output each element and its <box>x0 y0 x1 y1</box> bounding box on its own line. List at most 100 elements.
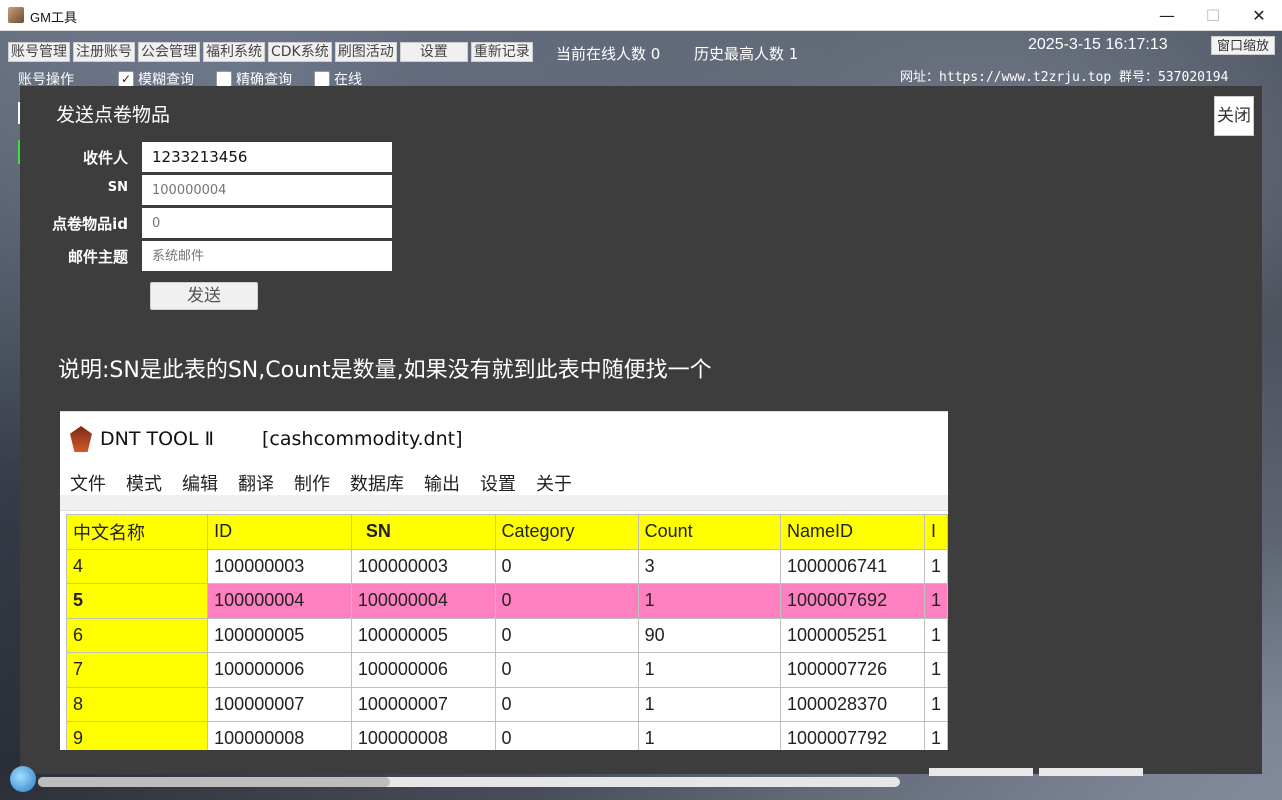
menu-reset-record[interactable]: 重新记录 <box>470 42 533 62</box>
maximize-icon[interactable]: ☐ <box>1190 0 1236 31</box>
dnt-filename: [cashcommodity.dnt] <box>262 428 463 450</box>
column-header: Count <box>637 514 781 550</box>
column-header: ID <box>207 514 352 550</box>
scrollbar-thumb[interactable] <box>38 777 390 787</box>
minimize-icon[interactable]: — <box>1144 0 1190 31</box>
table-cell: 100000006 <box>207 652 352 688</box>
dnt-menu-item: 数据库 <box>350 474 404 495</box>
table-cell: 0 <box>494 721 639 750</box>
table-cell: 9 <box>65 721 209 750</box>
horizontal-scrollbar[interactable] <box>38 777 900 787</box>
table-cell: 0 <box>494 548 639 584</box>
dnt-title: DNT TOOL Ⅱ <box>100 428 214 450</box>
dnt-menu-item: 设置 <box>480 474 516 495</box>
menu-welfare-system[interactable]: 福利系统 <box>203 42 265 62</box>
close-window-icon[interactable]: ✕ <box>1236 0 1282 31</box>
menu-account-management[interactable]: 账号管理 <box>8 42 70 62</box>
table-cell: 100000003 <box>207 548 352 584</box>
table-cell: 1 <box>923 652 948 688</box>
table-cell: 0 <box>494 583 639 619</box>
table-cell: 100000005 <box>207 617 352 653</box>
table-cell: 1 <box>637 652 781 688</box>
table-cell: 100000005 <box>350 617 496 653</box>
menu-register-account[interactable]: 注册账号 <box>73 42 135 62</box>
table-cell: 7 <box>65 652 209 688</box>
table-cell: 1 <box>637 721 781 750</box>
dnt-menu-item: 文件 <box>70 474 106 495</box>
dnt-menu-item: 翻译 <box>238 474 274 495</box>
menu-settings[interactable]: 设置 <box>399 42 468 62</box>
send-cash-item-dialog: 发送点卷物品 关闭 收件人 SN 点卷物品id 邮件主题 发送 说明:SN是此表… <box>20 86 1262 774</box>
dnt-menu-item: 输出 <box>424 474 460 495</box>
table-cell: 1 <box>637 686 781 722</box>
table-cell: 1 <box>923 686 948 722</box>
table-cell: 1000007792 <box>779 721 925 750</box>
table-cell: 0 <box>494 617 639 653</box>
table-cell: 6 <box>65 617 209 653</box>
table-row: 8 100000007 100000007 0 1 1000028370 1 <box>65 686 948 722</box>
recipient-input[interactable] <box>142 142 392 172</box>
table-cell: 1 <box>637 583 781 619</box>
table-cell: 100000004 <box>207 583 352 619</box>
dnt-tool-screenshot: DNT TOOL Ⅱ [cashcommodity.dnt] 文件 模式 编辑 … <box>60 411 948 750</box>
checkbox-empty-icon <box>314 71 330 87</box>
app-icon <box>8 7 24 23</box>
table-cell: 3 <box>637 548 781 584</box>
instruction-note: 说明:SN是此表的SN,Count是数量,如果没有就到此表中随便找一个 <box>58 358 712 383</box>
sn-label: SN <box>107 180 128 195</box>
table-cell: 100000006 <box>350 652 496 688</box>
dialog-title: 发送点卷物品 <box>56 104 171 126</box>
table-cell: 100000004 <box>350 583 496 619</box>
mail-subject-input[interactable] <box>142 241 392 271</box>
menu-dungeon-event[interactable]: 刷图活动 <box>334 42 397 62</box>
close-dialog-button[interactable]: 关闭 <box>1214 96 1254 136</box>
window-titlebar: GM工具 — ☐ ✕ <box>0 0 1282 31</box>
table-cell: 100000008 <box>350 721 496 750</box>
table-header-row: 中文名称 ID SN Category Count NameID I <box>65 514 948 550</box>
column-header: SN <box>350 514 496 550</box>
column-header: I <box>923 514 948 550</box>
clock: 2025-3-15 16:17:13 <box>1028 36 1168 53</box>
column-header: Category <box>494 514 639 550</box>
dnt-menu-item: 编辑 <box>182 474 218 495</box>
dnt-data-table: 中文名称 ID SN Category Count NameID I 4 1000… <box>65 514 948 750</box>
item-id-label: 点卷物品id <box>52 215 128 233</box>
menu-cdk-system[interactable]: CDK系统 <box>268 42 332 62</box>
table-cell: 8 <box>65 686 209 722</box>
table-cell: 1 <box>923 548 948 584</box>
table-row: 5 100000004 100000004 0 1 1000007692 1 <box>65 583 948 619</box>
window-zoom-button[interactable]: 窗口缩放 <box>1211 36 1275 55</box>
table-cell: 1 <box>923 583 948 619</box>
table-cell: 1000007692 <box>779 583 925 619</box>
dnt-menu: 文件 模式 编辑 翻译 制作 数据库 输出 设置 关于 <box>70 470 572 496</box>
table-row: 4 100000003 100000003 0 3 1000006741 1 <box>65 548 948 584</box>
table-cell: 1000007726 <box>779 652 925 688</box>
table-cell: 0 <box>494 652 639 688</box>
send-button[interactable]: 发送 <box>150 282 258 310</box>
window-title: GM工具 <box>30 10 77 25</box>
menu-guild-management[interactable]: 公会管理 <box>138 42 200 62</box>
column-header: 中文名称 <box>65 514 209 550</box>
taskbar-app-icon[interactable] <box>10 766 36 792</box>
dnt-toolbar-strip <box>60 495 948 511</box>
table-row: 7 100000006 100000006 0 1 1000007726 1 <box>65 652 948 688</box>
table-cell: 1 <box>923 617 948 653</box>
sn-input[interactable] <box>142 175 392 205</box>
main-menu: 账号管理 注册账号 公会管理 福利系统 CDK系统 刷图活动 设置 重新记录 <box>8 42 533 62</box>
table-cell: 100000007 <box>350 686 496 722</box>
table-cell: 100000007 <box>207 686 352 722</box>
table-cell: 90 <box>637 617 781 653</box>
table-cell: 100000003 <box>350 548 496 584</box>
check-icon: ✓ <box>118 71 134 87</box>
table-row: 9 100000008 100000008 0 1 1000007792 1 <box>65 721 948 750</box>
dnt-menu-item: 关于 <box>536 474 572 495</box>
table-cell: 100000008 <box>207 721 352 750</box>
online-count: 当前在线人数 0 <box>556 45 661 63</box>
bottom-button <box>1039 768 1143 776</box>
table-cell: 1000006741 <box>779 548 925 584</box>
table-cell: 5 <box>65 583 209 619</box>
dnt-app-icon <box>70 426 92 452</box>
table-cell: 4 <box>65 548 209 584</box>
item-id-input[interactable] <box>142 208 392 238</box>
dnt-menu-item: 制作 <box>294 474 330 495</box>
